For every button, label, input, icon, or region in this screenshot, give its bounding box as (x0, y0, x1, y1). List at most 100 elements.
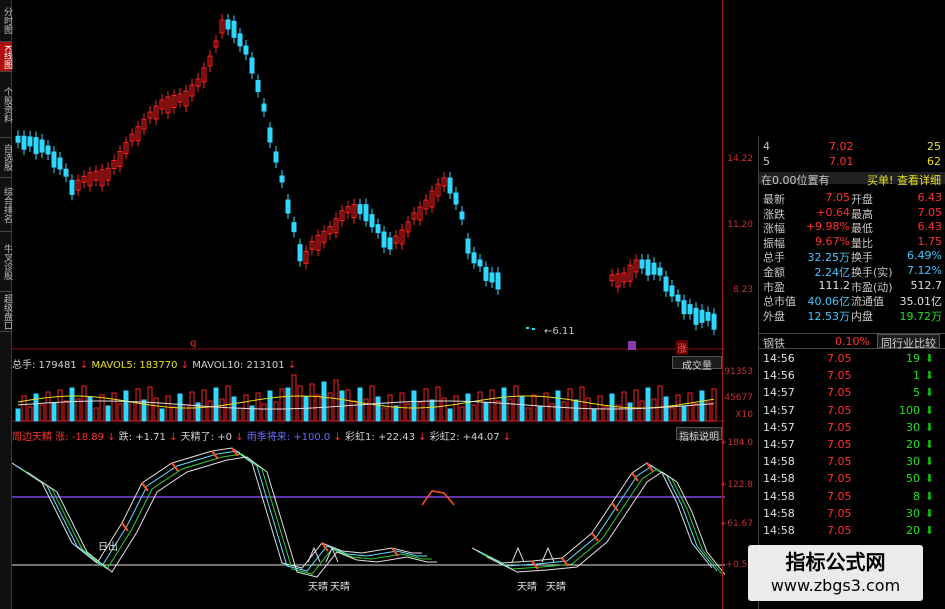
arrow-down-icon: ⬇ (924, 455, 934, 469)
candle-body (489, 272, 495, 283)
low-dot (532, 328, 535, 330)
candle-body (225, 19, 231, 30)
indicator-chart[interactable] (12, 443, 725, 609)
candle-body (291, 222, 297, 233)
detail-link[interactable]: 查看详细 (897, 172, 941, 188)
stat-label: 最高 (851, 207, 873, 221)
candle-body (369, 214, 375, 228)
indicator-bump (421, 490, 455, 506)
volume-bar (651, 398, 657, 422)
candle-body (243, 45, 249, 55)
volume-bar (495, 400, 501, 422)
volume-bar (687, 392, 693, 422)
indicator-explain-button[interactable]: 指标说明 (676, 427, 722, 443)
stat-value: 6.43 (917, 191, 943, 204)
candle-body (651, 262, 657, 275)
volume-bar (129, 401, 135, 422)
tick-row: 14:58 7.05 20 ⬇ (759, 522, 945, 539)
tick-row: 14:57 7.05 100 ⬇ (759, 402, 945, 419)
annotation-clear-4: 天晴 (546, 582, 566, 593)
candle-body (279, 175, 285, 183)
arrow-down-icon: ↓ (414, 432, 430, 443)
tick-price: 7.05 (827, 403, 852, 417)
stat-label: 金额 (763, 266, 785, 279)
left-tab-1[interactable]: K线图 (0, 42, 12, 72)
stat-row: 市盈 111.2 市盈(动) 512.7 (759, 278, 945, 294)
candle-body (33, 137, 39, 155)
candle-body (645, 259, 651, 276)
left-tab-4[interactable]: 综合排名 (0, 178, 12, 232)
arrow-down-icon: ⬇ (924, 438, 934, 451)
volume-bar (375, 396, 381, 422)
industry-row: 钢铁 0.10% 同行业比较 (759, 333, 945, 350)
left-tab-6[interactable]: 超级盘口 (0, 292, 12, 332)
volume-chart[interactable] (12, 372, 725, 422)
candle-body (657, 267, 663, 276)
stat-label: 流通值 (851, 295, 884, 309)
volume-bar (183, 404, 189, 422)
volume-bar (213, 387, 219, 422)
annotation-clear-2: 天晴 (330, 582, 350, 593)
volume-bar (609, 393, 615, 422)
volume-bar (267, 390, 273, 422)
tick-row: 14:58 7.05 50 ⬇ (759, 470, 945, 487)
candle-body (21, 135, 27, 150)
candle-body (57, 157, 63, 170)
volume-bar (561, 401, 567, 422)
volume-bar (681, 405, 687, 422)
marker-purple (628, 341, 636, 350)
tick-price: 7.05 (827, 386, 852, 400)
tick-row: 14:56 7.05 19 ⬇ (759, 350, 945, 367)
volume-bar (93, 407, 99, 422)
candle-body (459, 211, 465, 220)
right-price-axis: 14.22 11.20 8.23 91353 45677 X10 +184.0 … (720, 0, 757, 609)
quote-panel: 4 7.02 25 5 7.01 62 在0.00位置有 买单! 查看详细 最新 7.05 开盘 6.4… (758, 136, 945, 609)
tick-time: 14:57 (763, 403, 795, 417)
volume-bar (489, 389, 495, 422)
volume-bar (33, 393, 39, 422)
volume-bar (537, 405, 543, 422)
volume-bar (201, 389, 207, 422)
axis-vol-1: 91353 (724, 367, 753, 377)
volume-bar (159, 408, 165, 422)
indicator-rainbow-line (21, 453, 432, 575)
candle-body (285, 199, 291, 214)
kline-price-chart[interactable] (12, 0, 725, 350)
buy-order-link[interactable]: 买单! (867, 172, 893, 188)
ask-price: 7.02 (829, 140, 854, 153)
volume-bar (117, 403, 123, 422)
volume-indicator-button[interactable]: 成交量 (672, 356, 722, 372)
tick-volume: 19 (906, 352, 920, 365)
chart-area[interactable]: ←6.11 q 涨 总手: 179481 ↓ MAVOL5: 183770 ↓ … (12, 0, 725, 609)
left-tab-5[interactable]: 牛叉诊股 (0, 232, 12, 292)
volume-bar (459, 406, 465, 422)
arrow-down-icon: ⬇ (924, 524, 934, 537)
candle-body (375, 224, 381, 234)
tick-price: 7.05 (827, 438, 852, 451)
volume-bar (699, 390, 705, 422)
left-tab-2[interactable]: 个股资料 (0, 72, 12, 138)
indicator-item-0: 周边天精 涨: -18.89 (12, 432, 104, 443)
volume-bar (51, 402, 57, 422)
volume-bar (15, 408, 21, 422)
left-tab-3[interactable]: 自选股 (0, 138, 12, 178)
candle-body (639, 259, 645, 269)
order-position-row: 在0.00位置有 买单! 查看详细 (759, 172, 945, 187)
candle-body (255, 80, 261, 92)
stat-value: 111.2 (818, 278, 851, 292)
stat-value: 9.67% (815, 234, 850, 248)
watermark-url: www.zbgs3.com (770, 576, 901, 595)
stat-row: 涨跌 +0.64 最高 7.05 (759, 206, 945, 221)
volume-bar (21, 395, 27, 422)
candle-body (63, 168, 69, 177)
tick-volume: 20 (906, 524, 920, 537)
arrow-down-icon: ↓ (103, 432, 119, 443)
volume-bar (219, 398, 225, 422)
industry-compare-button[interactable]: 同行业比较 (877, 334, 940, 350)
volume-bar (105, 405, 111, 422)
left-tab-0[interactable]: 分时图 (0, 0, 12, 42)
tick-volume: 8 (913, 489, 920, 503)
volume-bar (297, 385, 303, 422)
axis-price-1: 14.22 (727, 154, 753, 164)
tick-time: 14:58 (763, 472, 795, 486)
